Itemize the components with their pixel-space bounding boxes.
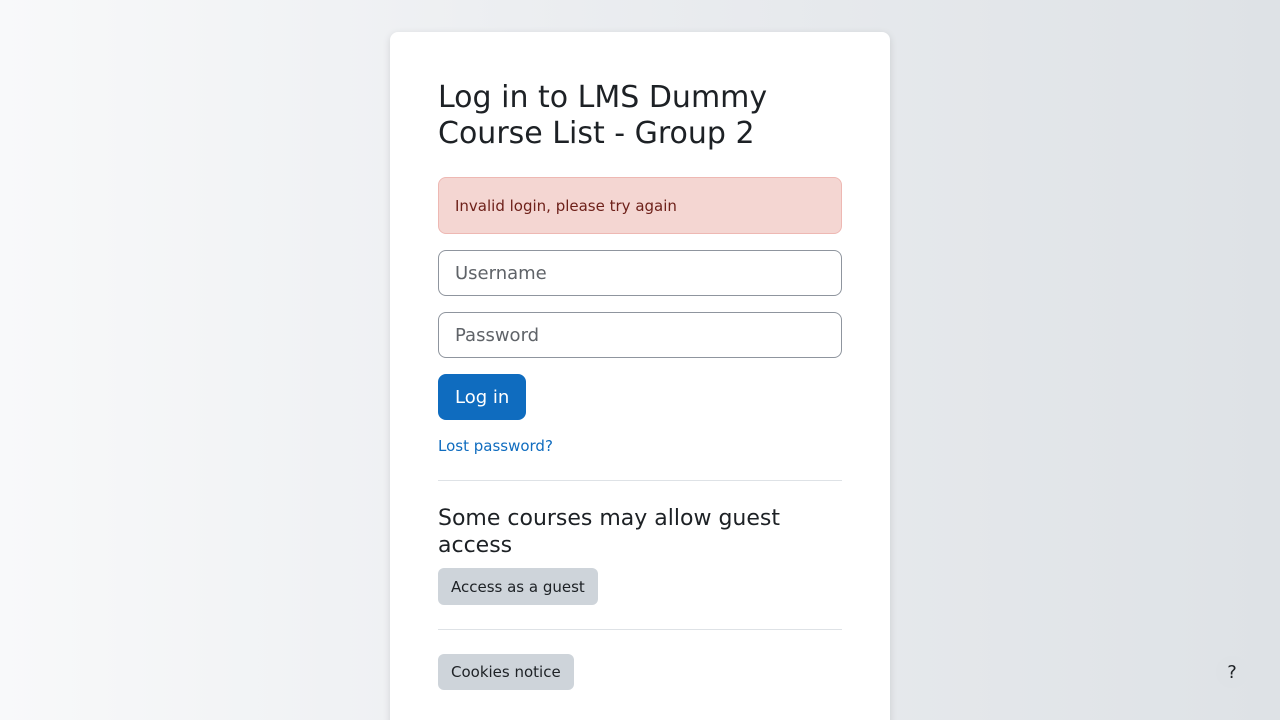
divider xyxy=(438,629,842,630)
guest-access-button[interactable]: Access as a guest xyxy=(438,568,598,605)
question-mark-icon: ? xyxy=(1227,661,1237,683)
lost-password-link[interactable]: Lost password? xyxy=(438,437,842,455)
guest-access-heading: Some courses may allow guest access xyxy=(438,506,780,558)
login-heading: Log in to LMS Dummy Course List - Group … xyxy=(438,80,768,151)
login-error-message: Invalid login, please try again xyxy=(455,196,677,215)
login-button[interactable]: Log in xyxy=(438,374,527,420)
password-input[interactable] xyxy=(438,312,842,358)
cookies-notice-button[interactable]: Cookies notice xyxy=(438,654,574,690)
login-card: Log in to LMS Dummy Course List - Group … xyxy=(390,32,890,720)
login-error-alert: Invalid login, please try again xyxy=(438,177,842,234)
username-input[interactable] xyxy=(438,250,842,296)
help-button[interactable]: ? xyxy=(1216,656,1248,688)
divider xyxy=(438,480,842,481)
